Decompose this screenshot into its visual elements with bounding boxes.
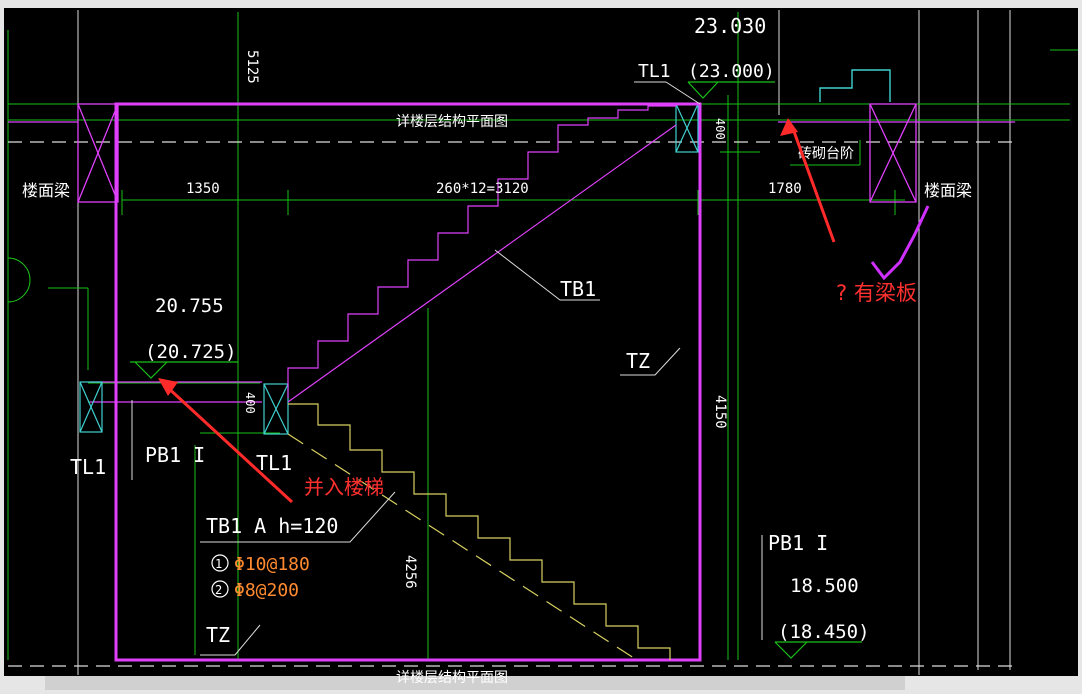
elevation-top-paren: (23.000) xyxy=(688,61,775,82)
brick-step-label: 砖砌台阶 xyxy=(798,146,854,162)
tz-label-bottom: TZ xyxy=(206,623,230,647)
elevation-bottom: 18.500 xyxy=(790,575,859,597)
tl1-label-top: TL1 xyxy=(638,61,671,82)
tb1-label: TB1 xyxy=(560,277,596,301)
elevation-bottom-paren: (18.450) xyxy=(778,621,870,643)
dim-4256: 4256 xyxy=(402,555,418,589)
dim-5125: 5125 xyxy=(244,50,260,84)
tb1-spec: TB1 A h=120 xyxy=(206,514,338,538)
cad-viewport[interactable]: 23.030 (23.000) TL1 详楼层结构平面图 砖砌台阶 楼面梁 楼面… xyxy=(0,0,1082,690)
floor-beam-left: 楼面梁 xyxy=(22,181,70,200)
pb1-right: PB1 I xyxy=(768,531,828,555)
dim-400-right: 400 xyxy=(713,118,727,140)
floor-beam-right: 楼面梁 xyxy=(924,181,972,200)
elevation-mid: 20.755 xyxy=(155,295,224,317)
stair-section-drawing: 23.030 (23.000) TL1 详楼层结构平面图 砖砌台阶 楼面梁 楼面… xyxy=(0,0,1082,690)
ref-plan-top: 详楼层结构平面图 xyxy=(396,114,508,130)
tl1-left: TL1 xyxy=(70,455,106,479)
elevation-mid-paren: (20.725) xyxy=(145,341,237,363)
elevation-top: 23.030 xyxy=(694,14,766,38)
annotation-question: ? 有梁板 xyxy=(836,281,917,305)
ref-plan-bottom: 详楼层结构平面图 xyxy=(396,670,508,686)
dim-1350: 1350 xyxy=(186,181,220,197)
rebar-1-number: 1 xyxy=(215,557,222,571)
tl1-center: TL1 xyxy=(256,451,292,475)
pb1-left: PB1 I xyxy=(145,443,205,467)
annotation-merge: 并入楼梯 xyxy=(304,475,384,499)
dim-3120: 260*12=3120 xyxy=(436,181,529,197)
dim-400-left: 400 xyxy=(243,392,257,414)
tz-label-mid: TZ xyxy=(626,349,650,373)
rebar-1-spec: Φ10@180 xyxy=(234,554,310,575)
dim-1780: 1780 xyxy=(768,181,802,197)
dim-4150: 4150 xyxy=(712,395,728,429)
rebar-2-spec: Φ8@200 xyxy=(234,580,299,601)
rebar-2-number: 2 xyxy=(215,583,222,597)
